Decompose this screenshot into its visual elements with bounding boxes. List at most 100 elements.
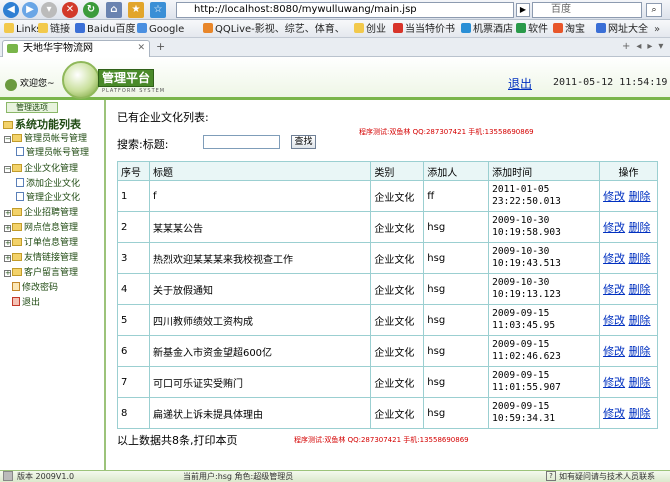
search-button[interactable]: 查找 <box>291 135 316 149</box>
expand-icon[interactable]: + <box>4 255 11 262</box>
bookmark-label: 链接 <box>50 24 70 35</box>
address-bar[interactable]: http://localhost:8080/mywulluwang/main.j… <box>176 2 514 18</box>
folder-icon <box>3 121 13 129</box>
sidebar-item-admin-account[interactable]: − 管理员帐号管理 <box>4 132 87 146</box>
sidebar-item-label: 网点信息管理 <box>24 223 79 233</box>
stop-icon[interactable]: ✕ <box>62 2 78 18</box>
bookmark-item[interactable]: 创业 <box>354 23 386 36</box>
row-actions: 修改 删除 <box>599 211 658 243</box>
delete-link[interactable]: 删除 <box>629 376 651 389</box>
bookmark-item[interactable]: 链接 <box>38 23 70 36</box>
row-time: 2011-01-05 23:22:50.013 <box>488 180 601 212</box>
delete-link[interactable]: 删除 <box>629 252 651 265</box>
sidebar-item-recruit[interactable]: + 企业招聘管理 <box>4 206 78 220</box>
bookmark-item[interactable]: 软件 <box>516 23 548 36</box>
sidebar-item-change-password[interactable]: 修改密码 <box>12 281 58 295</box>
history-icon[interactable]: ★ <box>128 2 144 18</box>
folder-icon <box>12 223 22 231</box>
edit-link[interactable]: 修改 <box>603 283 625 296</box>
tab-strip: 天地华宇物流网 ✕ + +◂▸▾ <box>0 38 670 57</box>
sidebar-tab[interactable]: 管理选项 <box>6 102 58 113</box>
bookmark-label: 创业 <box>366 24 386 35</box>
bookmark-item[interactable]: 机票酒店 <box>461 23 513 36</box>
go-icon[interactable]: ▶ <box>516 3 530 17</box>
expand-icon[interactable]: + <box>4 225 11 232</box>
row-index: 6 <box>117 335 150 367</box>
browser-tab[interactable]: 天地华宇物流网 ✕ <box>2 40 150 57</box>
bookmark-item[interactable]: 当当特价书 <box>393 23 455 36</box>
bookmark-item[interactable]: QQLive-影视、综艺、体育、直播... <box>203 23 341 36</box>
close-tab-icon[interactable]: ✕ <box>137 41 145 56</box>
bookmark-item[interactable]: 网址大全 <box>596 23 648 36</box>
edit-link[interactable]: 修改 <box>603 252 625 265</box>
delete-link[interactable]: 删除 <box>629 407 651 420</box>
table-row: 4 关于放假通知 企业文化 hsg 2009-10-30 10:19:13.123 修改 … <box>117 273 658 305</box>
sidebar-item-links[interactable]: + 友情链接管理 <box>4 251 78 265</box>
status-footer: 版本 2009V1.0 当前用户:hsg 角色:超级管理员 ? 如有疑问请与技术… <box>0 470 670 482</box>
tab-controls-icon[interactable]: +◂▸▾ <box>622 41 669 52</box>
bookmark-item[interactable]: Links <box>4 23 42 36</box>
table-row: 2 某某某公告 企业文化 hsg 2009-10-30 10:19:58.903 修改 删… <box>117 211 658 243</box>
help-text: 如有疑问请与技术人员联系 <box>559 472 655 481</box>
logout-link[interactable]: 退出 <box>508 75 532 92</box>
row-author: hsg <box>423 335 490 367</box>
refresh-icon[interactable]: ↻ <box>83 2 99 18</box>
collapse-icon[interactable]: − <box>4 136 11 143</box>
delete-link[interactable]: 删除 <box>629 221 651 234</box>
sidebar-item-label: 管理企业文化 <box>26 193 81 203</box>
search-label: 搜索:标题: <box>117 138 169 151</box>
row-actions: 修改 删除 <box>599 273 658 305</box>
edit-link[interactable]: 修改 <box>603 190 625 203</box>
edit-link[interactable]: 修改 <box>603 345 625 358</box>
edit-link[interactable]: 修改 <box>603 407 625 420</box>
bookmark-star-icon[interactable]: ☆ <box>150 2 166 18</box>
search-box[interactable]: 百度 <box>532 2 642 18</box>
bookmark-label: 当当特价书 <box>405 24 455 35</box>
folder-icon <box>12 238 22 246</box>
document-icon <box>16 192 24 201</box>
expand-icon[interactable]: + <box>4 270 11 277</box>
document-icon <box>16 178 24 187</box>
bookmark-item[interactable]: Google <box>137 23 184 36</box>
delete-link[interactable]: 删除 <box>629 190 651 203</box>
bookmark-item[interactable]: 淘宝 <box>553 23 585 36</box>
delete-link[interactable]: 删除 <box>629 345 651 358</box>
sidebar-item-admin-account-manage[interactable]: 管理员帐号管理 <box>16 146 89 160</box>
edit-link[interactable]: 修改 <box>603 376 625 389</box>
search-icon[interactable]: ⌕ <box>646 3 662 17</box>
sidebar-item-messages[interactable]: + 客户留言管理 <box>4 266 78 280</box>
sidebar-item-label: 企业招聘管理 <box>24 208 79 218</box>
dropdown-icon[interactable]: ▾ <box>41 2 57 18</box>
edit-link[interactable]: 修改 <box>603 314 625 327</box>
url-text: http://localhost:8080/mywulluwang/main.j… <box>194 4 417 15</box>
back-icon[interactable]: ◀ <box>3 2 19 18</box>
edit-link[interactable]: 修改 <box>603 221 625 234</box>
sidebar-root[interactable]: 系统功能列表 <box>3 116 81 132</box>
browser-toolbar: ◀ ▶ ▾ ✕ ↻ ⌂ ★ ☆ http://localhost:8080/my… <box>0 0 670 20</box>
sidebar-item-logout[interactable]: 退出 <box>12 296 40 310</box>
row-author: hsg <box>423 211 490 243</box>
forward-icon[interactable]: ▶ <box>22 2 38 18</box>
version-text: 版本 2009V1.0 <box>17 472 75 481</box>
row-index: 3 <box>117 242 150 274</box>
expand-icon[interactable]: + <box>4 210 11 217</box>
logo-emblem <box>62 61 100 99</box>
row-author: hsg <box>423 397 490 429</box>
bookmark-item[interactable]: Baidu百度 <box>75 23 135 36</box>
collapse-icon[interactable]: − <box>4 166 11 173</box>
row-category: 企业文化 <box>370 273 425 305</box>
row-time: 2009-09-15 11:03:45.95 <box>488 304 601 336</box>
overflow-icon[interactable]: » <box>654 23 660 36</box>
sidebar-item-orders[interactable]: + 订单信息管理 <box>4 236 78 250</box>
delete-link[interactable]: 删除 <box>629 283 651 296</box>
sidebar-item-outlets[interactable]: + 网点信息管理 <box>4 221 78 235</box>
title-search-input[interactable] <box>203 135 280 149</box>
expand-icon[interactable]: + <box>4 240 11 247</box>
home-icon[interactable]: ⌂ <box>106 2 122 18</box>
row-index: 7 <box>117 366 150 398</box>
new-tab-icon[interactable]: + <box>156 41 170 54</box>
sidebar-item-manage-culture[interactable]: 管理企业文化 <box>16 191 80 205</box>
sidebar-item-culture[interactable]: − 企业文化管理 <box>4 162 78 176</box>
sidebar-item-add-culture[interactable]: 添加企业文化 <box>16 177 80 191</box>
delete-link[interactable]: 删除 <box>629 314 651 327</box>
